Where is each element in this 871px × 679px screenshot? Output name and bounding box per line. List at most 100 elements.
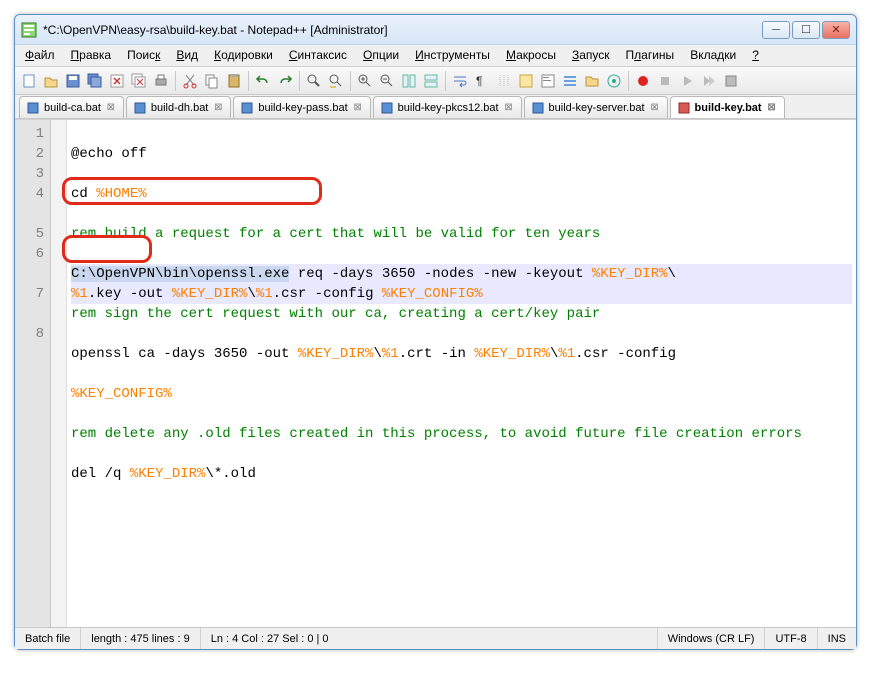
status-position: Ln : 4 Col : 27 Sel : 0 | 0 — [201, 628, 658, 649]
tab-build-key-server[interactable]: build-key-server.bat ⊠ — [524, 96, 668, 118]
menu-run[interactable]: Запуск — [564, 45, 618, 66]
tab-close-icon[interactable]: ⊠ — [352, 102, 364, 114]
tab-close-icon[interactable]: ⊠ — [105, 102, 117, 114]
show-chars-icon[interactable]: ¶ — [472, 71, 492, 91]
svg-text:¶: ¶ — [476, 74, 482, 88]
toolbar: ¶ — [15, 67, 856, 95]
save-icon[interactable] — [63, 71, 83, 91]
editor-area[interactable]: 1 2 3 4 5 6 7 8 @echo off cd %HOME% rem … — [15, 119, 856, 627]
doc-map-icon[interactable] — [538, 71, 558, 91]
line-number: 4 — [15, 184, 44, 224]
menu-tools[interactable]: Инструменты — [407, 45, 498, 66]
user-lang-icon[interactable] — [516, 71, 536, 91]
line-number: 2 — [15, 144, 44, 164]
code-line: %KEY_CONFIG% — [71, 384, 852, 404]
menu-edit[interactable]: Правка — [63, 45, 120, 66]
tab-build-key[interactable]: build-key.bat ⊠ — [670, 96, 785, 118]
cut-icon[interactable] — [180, 71, 200, 91]
tab-build-ca[interactable]: build-ca.bat ⊠ — [19, 96, 124, 118]
code-content[interactable]: @echo off cd %HOME% rem build a request … — [67, 120, 856, 627]
window-controls: ─ ☐ ✕ — [762, 21, 850, 39]
toolbar-separator — [248, 71, 249, 91]
find-icon[interactable] — [304, 71, 324, 91]
line-number: 7 — [15, 284, 44, 324]
close-file-icon[interactable] — [107, 71, 127, 91]
monitoring-icon[interactable] — [604, 71, 624, 91]
menu-tabs[interactable]: Вкладки — [682, 45, 744, 66]
menu-macros[interactable]: Макросы — [498, 45, 564, 66]
menu-view[interactable]: Вид — [168, 45, 206, 66]
close-button[interactable]: ✕ — [822, 21, 850, 39]
tab-label: build-key.bat — [695, 102, 762, 114]
wordwrap-icon[interactable] — [450, 71, 470, 91]
toolbar-separator — [299, 71, 300, 91]
tab-build-key-pkcs12[interactable]: build-key-pkcs12.bat ⊠ — [373, 96, 522, 118]
replace-icon[interactable] — [326, 71, 346, 91]
tab-label: build-key-pass.bat — [258, 102, 347, 114]
line-number: 3 — [15, 164, 44, 184]
play-multi-icon[interactable] — [699, 71, 719, 91]
close-all-icon[interactable] — [129, 71, 149, 91]
tab-close-icon[interactable]: ⊠ — [503, 102, 515, 114]
menu-plugins[interactable]: Плагины — [618, 45, 683, 66]
zoom-out-icon[interactable] — [377, 71, 397, 91]
func-list-icon[interactable] — [560, 71, 580, 91]
open-file-icon[interactable] — [41, 71, 61, 91]
tab-close-icon[interactable]: ⊠ — [212, 102, 224, 114]
menu-encoding[interactable]: Кодировки — [206, 45, 281, 66]
zoom-in-icon[interactable] — [355, 71, 375, 91]
tab-build-dh[interactable]: build-dh.bat ⊠ — [126, 96, 232, 118]
status-insert-mode[interactable]: INS — [818, 628, 856, 649]
tab-build-key-pass[interactable]: build-key-pass.bat ⊠ — [233, 96, 370, 118]
file-saved-icon — [531, 101, 545, 115]
line-number: 6 — [15, 244, 44, 284]
tab-close-icon[interactable]: ⊠ — [649, 102, 661, 114]
indent-guide-icon[interactable] — [494, 71, 514, 91]
copy-icon[interactable] — [202, 71, 222, 91]
print-icon[interactable] — [151, 71, 171, 91]
redo-icon[interactable] — [275, 71, 295, 91]
menu-search[interactable]: Поиск — [119, 45, 168, 66]
status-encoding[interactable]: UTF-8 — [765, 628, 817, 649]
undo-icon[interactable] — [253, 71, 273, 91]
file-saved-icon — [240, 101, 254, 115]
new-file-icon[interactable] — [19, 71, 39, 91]
stop-macro-icon[interactable] — [655, 71, 675, 91]
tab-label: build-key-server.bat — [549, 102, 645, 114]
menu-file[interactable]: Файл — [17, 45, 63, 66]
sync-hscroll-icon[interactable] — [421, 71, 441, 91]
save-all-icon[interactable] — [85, 71, 105, 91]
folder-tree-icon[interactable] — [582, 71, 602, 91]
record-macro-icon[interactable] — [633, 71, 653, 91]
play-macro-icon[interactable] — [677, 71, 697, 91]
maximize-button[interactable]: ☐ — [792, 21, 820, 39]
titlebar[interactable]: *C:\OpenVPN\easy-rsa\build-key.bat - Not… — [15, 15, 856, 45]
fold-column — [51, 120, 67, 627]
menu-options[interactable]: Опции — [355, 45, 407, 66]
line-number: 8 — [15, 324, 44, 344]
toolbar-separator — [628, 71, 629, 91]
code-line: del /q %KEY_DIR%\*.old — [71, 464, 852, 484]
code-line: rem build a request for a cert that will… — [71, 224, 852, 244]
tab-label: build-ca.bat — [44, 102, 101, 114]
menu-syntax[interactable]: Синтаксис — [281, 45, 355, 66]
minimize-button[interactable]: ─ — [762, 21, 790, 39]
code-line-current: %1.key -out %KEY_DIR%\%1.csr -config %KE… — [71, 284, 852, 304]
code-line: @echo off — [71, 144, 852, 164]
menu-help[interactable]: ? — [744, 45, 767, 66]
line-number-gutter: 1 2 3 4 5 6 7 8 — [15, 120, 51, 627]
code-line: rem delete any .old files created in thi… — [71, 424, 811, 444]
app-icon — [21, 22, 37, 38]
window-title: *C:\OpenVPN\easy-rsa\build-key.bat - Not… — [43, 23, 762, 37]
toolbar-separator — [175, 71, 176, 91]
sync-vscroll-icon[interactable] — [399, 71, 419, 91]
code-line: openssl ca -days 3650 -out %KEY_DIR%\%1.… — [71, 344, 852, 364]
tab-label: build-dh.bat — [151, 102, 209, 114]
save-macro-icon[interactable] — [721, 71, 741, 91]
tab-close-icon[interactable]: ⊠ — [766, 102, 778, 114]
line-number: 1 — [15, 124, 44, 144]
paste-icon[interactable] — [224, 71, 244, 91]
status-eol[interactable]: Windows (CR LF) — [658, 628, 766, 649]
code-line-current: C:\OpenVPN\bin\openssl.exe req -days 365… — [71, 264, 852, 284]
file-saved-icon — [133, 101, 147, 115]
